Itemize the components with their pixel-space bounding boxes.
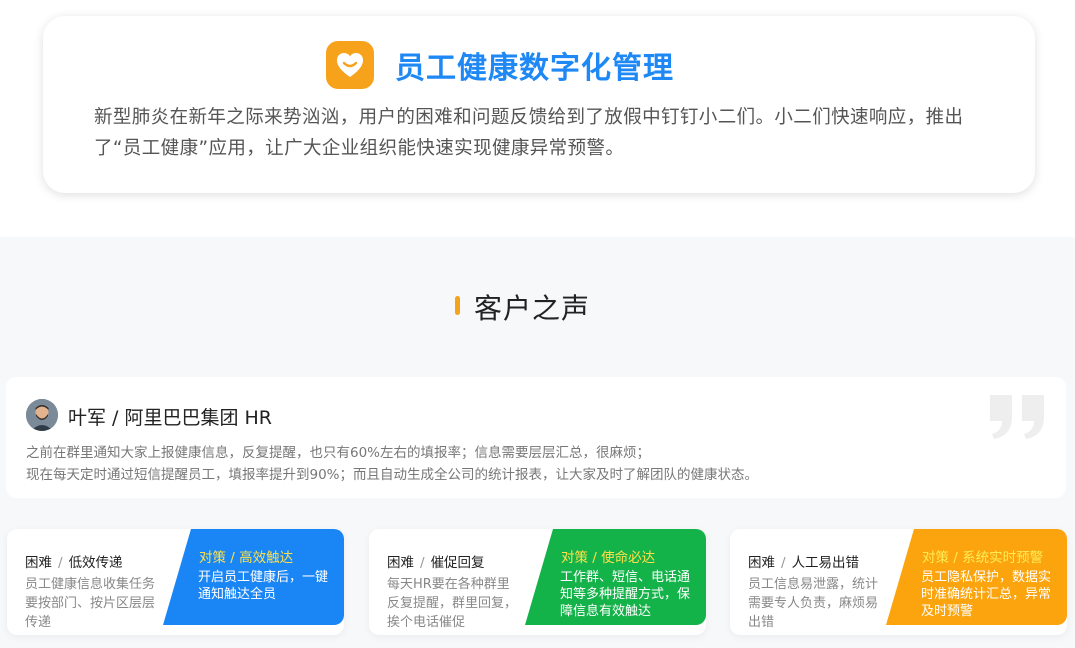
solution-description: 员工隐私保护，数据实时准确统计汇总，异常及时预警 [921, 570, 1052, 619]
solution-description: 工作群、短信、电话通知等多种提醒方式，保障信息有效触达 [560, 570, 691, 619]
solution-panel: 对策 / 使命必达 工作群、短信、电话通知等多种提醒方式，保障信息有效触达 [525, 529, 706, 625]
separator: / [420, 555, 425, 571]
customer-voice-section: 客户之声 叶军 / 阿里巴巴集团 HR 之前在群里通知大家上报健康信息，反复提醒… [0, 237, 1075, 648]
solution-title: 对策 / 系统实时预警 [922, 550, 1044, 566]
smile-heart-icon [326, 41, 374, 89]
testimonial-card: 叶军 / 阿里巴巴集团 HR 之前在群里通知大家上报健康信息，反复提醒，也只有6… [6, 377, 1066, 498]
problem-description: 员工健康信息收集任务要按部门、按片区层层传递 [25, 577, 156, 630]
intro-description: 新型肺炎在新年之际来势汹汹，用户的困难和问题反馈给到了放假中钉钉小二们。小二们快… [94, 107, 964, 159]
solution-panel: 对策 / 系统实时预警 员工隐私保护，数据实时准确统计汇总，异常及时预警 [886, 529, 1067, 625]
testimonial-name: 叶军 / 阿里巴巴集团 HR [68, 407, 273, 429]
problem-name: 催促回复 [430, 555, 485, 571]
solution-description: 开启员工健康后，一键通知触达全员 [198, 570, 329, 602]
separator: / [58, 555, 63, 571]
solution-panel: 对策 / 高效触达 开启员工健康后，一键通知触达全员 [163, 529, 344, 625]
problem-description: 员工信息易泄露，统计需要专人负责，麻烦易出错 [748, 577, 879, 630]
quote-mark-icon [986, 391, 1050, 443]
problem-card: 困难 / 人工易出错 员工信息易泄露，统计需要专人负责，麻烦易出错 对策 / 系统实… [730, 529, 1067, 635]
problem-card: 困难 / 低效传递 员工健康信息收集任务要按部门、按片区层层传递 对策 / 高效触达… [7, 529, 344, 635]
problem-title: 困难 / 低效传递 [25, 551, 123, 571]
testimonial-line: 现在每天定时通过短信提醒员工，填报率提升到90%；而且自动生成全公司的统计报表，… [26, 467, 759, 483]
problem-title: 困难 / 人工易出错 [748, 551, 859, 571]
problem-prefix: 困难 [748, 555, 775, 571]
intro-title: 员工健康数字化管理 [395, 51, 674, 86]
problem-description: 每天HR要在各种群里反复提醒，群里回复，挨个电话催促 [387, 577, 518, 630]
section-title-accent [455, 296, 460, 315]
problem-prefix: 困难 [387, 555, 414, 571]
testimonial-text: 之前在群里通知大家上报健康信息，反复提醒，也只有60%左右的填报率；信息需要层层… [26, 442, 986, 486]
problem-name: 低效传递 [68, 555, 123, 571]
testimonial-line: 之前在群里通知大家上报健康信息，反复提醒，也只有60%左右的填报率；信息需要层层… [26, 445, 651, 461]
intro-card: 员工健康数字化管理 新型肺炎在新年之际来势汹汹，用户的困难和问题反馈给到了放假中… [43, 16, 1035, 193]
problem-name: 人工易出错 [791, 555, 860, 571]
solution-title: 对策 / 使命必达 [561, 550, 656, 566]
user-avatar-icon [26, 399, 58, 431]
problem-title: 困难 / 催促回复 [387, 551, 485, 571]
problem-prefix: 困难 [25, 555, 52, 571]
problem-card: 困难 / 催促回复 每天HR要在各种群里反复提醒，群里回复，挨个电话催促 对策 / … [369, 529, 706, 635]
section-title: 客户之声 [474, 292, 591, 325]
solution-title: 对策 / 高效触达 [199, 550, 294, 566]
separator: / [781, 555, 786, 571]
